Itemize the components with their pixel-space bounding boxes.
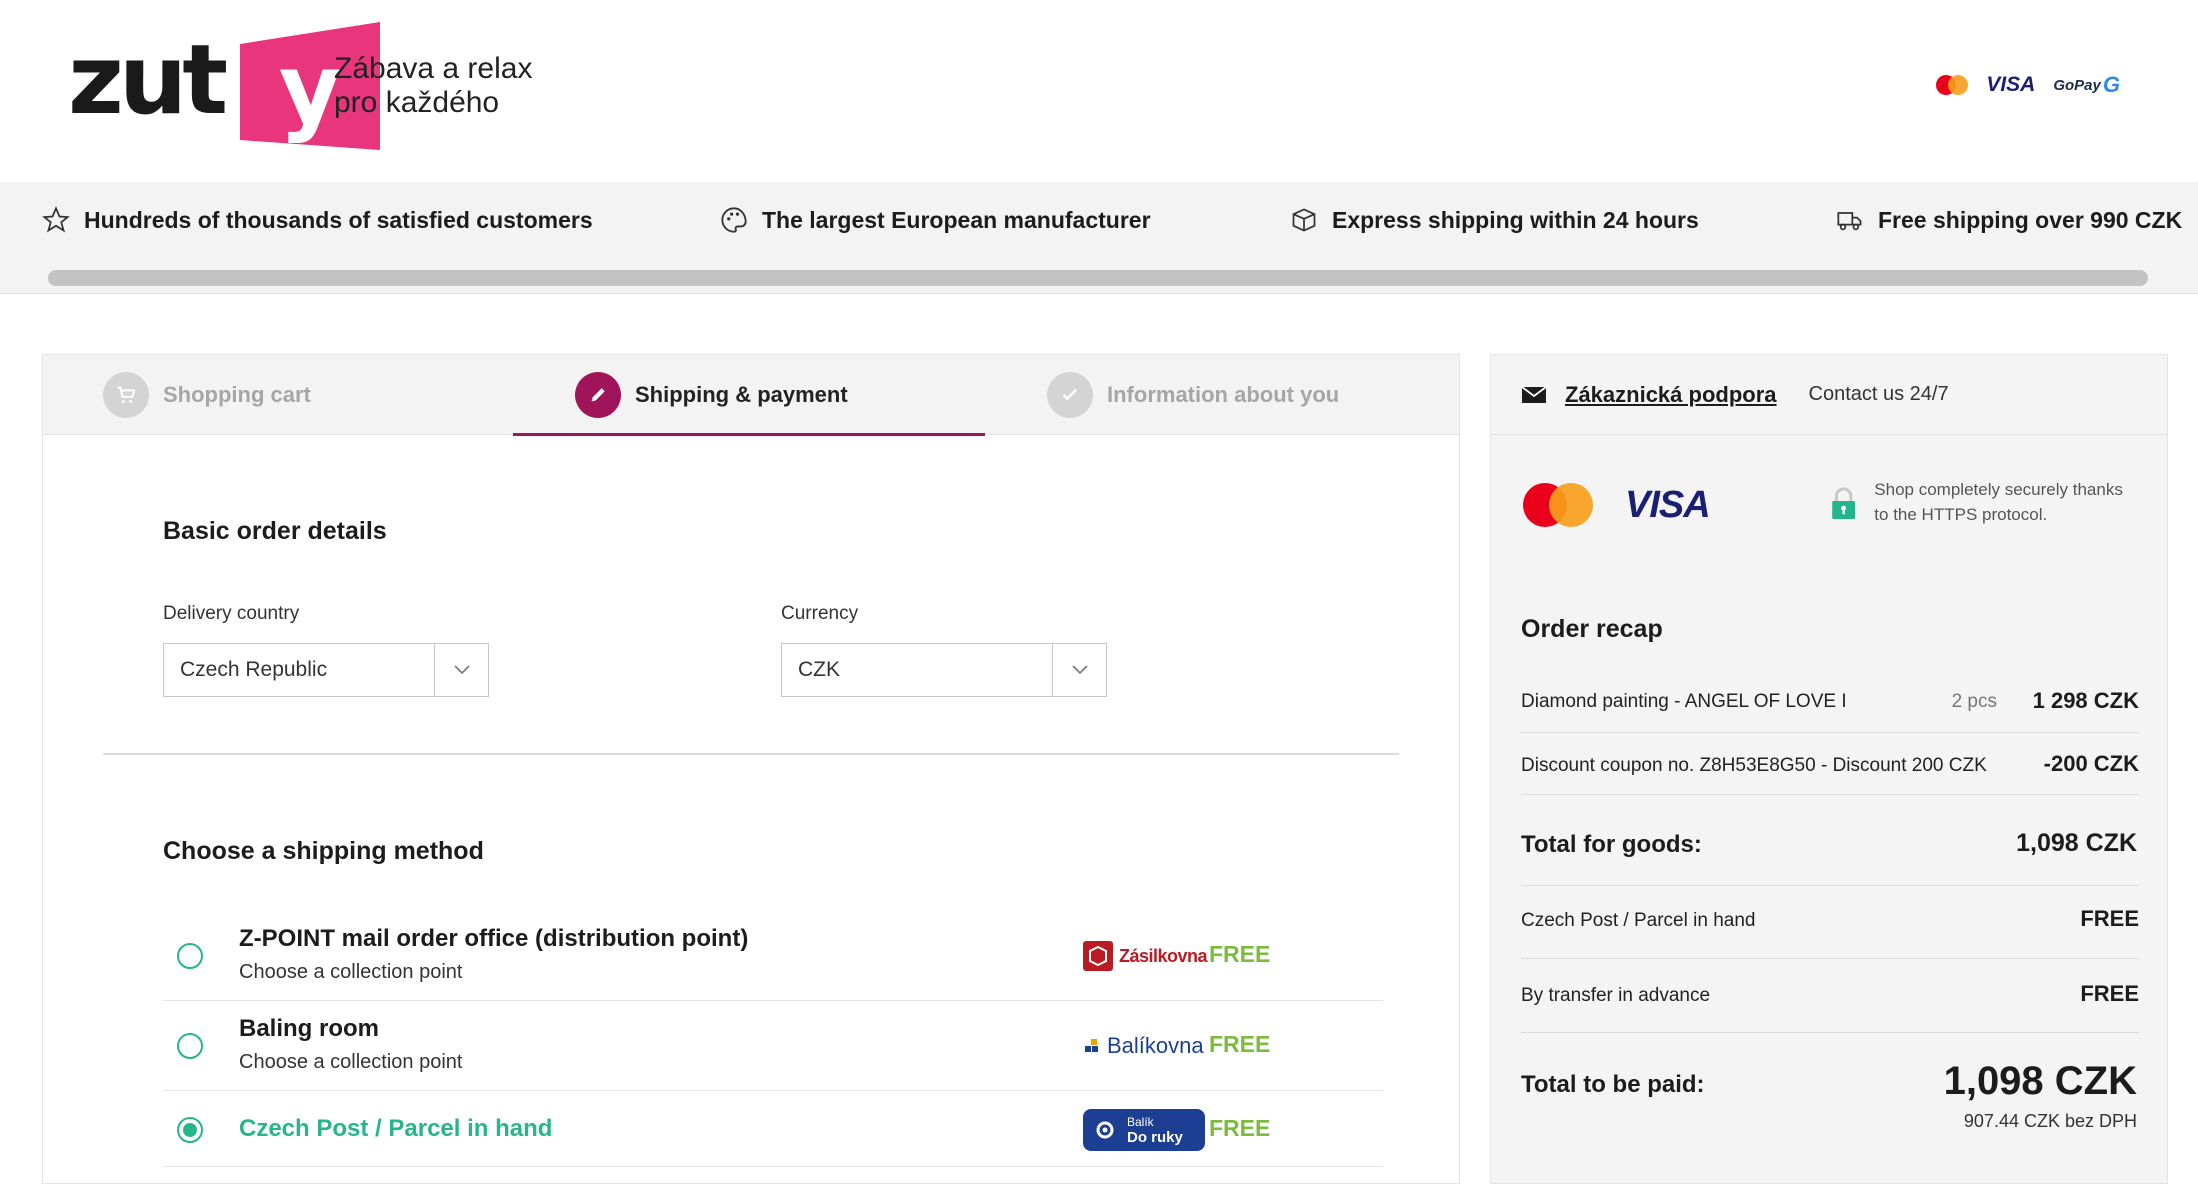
balikovna-icon [1085,1039,1098,1052]
active-step-underline [513,433,985,436]
svg-text:y: y [279,33,342,145]
contact-hours: Contact us 24/7 [1808,383,1949,405]
delivery-country-value: Czech Republic [180,658,328,681]
shipping-option-name: Baling room [239,1015,380,1042]
cart-icon [103,372,149,418]
recap-item-name: Diamond painting - ANGEL OF LOVE I [1521,691,1847,712]
support-header: Zákaznická podpora Contact us 24/7 [1491,355,2167,435]
zuty-logo[interactable]: zut y Zábava a relax pro každého [68,22,548,150]
mastercard-icon [1523,483,1593,527]
shipping-radio-czech-post[interactable] [177,1117,203,1143]
mastercard-icon [1936,75,1969,95]
recap-shipping-value: FREE [2080,906,2139,931]
total-to-pay-value: 1,098 CZK [1943,1059,2137,1103]
order-sidebar: Zákaznická podpora Contact us 24/7 VISA … [1490,354,2168,1184]
chevron-down-icon [434,644,488,696]
benefit-express: Express shipping within 24 hours [1290,206,1699,234]
benefits-scrollbar[interactable] [48,270,2148,286]
basic-details-title: Basic order details [163,517,387,545]
goods-total-label: Total for goods: [1521,831,1702,858]
shipping-option-name: Czech Post / Parcel in hand [239,1115,553,1142]
step-information[interactable]: Information about you [1047,355,1339,435]
recap-shipping-row: Czech Post / Parcel in hand FREE [1521,885,2139,959]
logo-wordmark: zut [68,24,228,136]
recap-discount-name: Discount coupon no. Z8H53E8G50 - Discoun… [1521,755,1987,776]
palette-icon [721,207,747,233]
secure-text: Shop completely securely thanks to the H… [1874,480,2123,524]
benefit-customers: Hundreds of thousands of satisfied custo… [42,206,593,234]
gopay-icon: GoPay G [2053,72,2120,97]
recap-item-price: 1 298 CZK [2032,688,2139,713]
recap-item-row: Diamond painting - ANGEL OF LOVE I 2 pcs… [1521,671,2139,733]
shipping-method-title: Choose a shipping method [163,837,484,865]
lock-icon [1832,487,1856,520]
shipping-price: FREE [1209,941,1271,967]
checkout-form: Shopping cart Shipping & payment Informa… [42,354,1460,1184]
recap-discount-row: Discount coupon no. Z8H53E8G50 - Discoun… [1521,733,2139,795]
shipping-option-baling-room[interactable]: Baling room Choose a collection point Ba… [163,1001,1383,1091]
step-shopping-cart[interactable]: Shopping cart [103,355,311,435]
shipping-option-name: Z-POINT mail order office (distribution … [239,925,749,952]
shipping-radio-zpoint[interactable] [177,943,203,969]
box-icon [1292,208,1316,232]
balikovna-logo: Balíkovna [1083,1029,1204,1063]
checkout-steps: Shopping cart Shipping & payment Informa… [43,355,1459,436]
shipping-price: FREE [1209,1115,1271,1141]
vat-note: 907.44 CZK bez DPH [1963,1111,2137,1131]
benefit-free-shipping: Free shipping over 990 CZK [1836,206,2182,234]
benefits-strip: Hundreds of thousands of satisfied custo… [0,182,2198,294]
currency-value: CZK [798,658,840,681]
shipping-option-sub: Choose a collection point [239,1051,463,1073]
zasilkovna-logo: Zásilkovna [1083,939,1208,973]
shipping-option-sub: Choose a collection point [239,961,463,983]
check-icon [1047,372,1093,418]
goods-total-value: 1,098 CZK [2016,829,2137,857]
balik-do-ruky-logo: Balík Do ruky [1083,1109,1205,1151]
recap-payment-name: By transfer in advance [1521,985,1711,1006]
total-to-pay-label: Total to be paid: [1521,1071,1705,1098]
shipping-option-czech-post[interactable]: Czech Post / Parcel in hand Balík Do ruk… [163,1091,1383,1167]
benefit-manufacturer: The largest European manufacturer [720,206,1151,234]
visa-icon: VISA [1625,483,1711,526]
secure-shopping-note: Shop completely securely thanks to the H… [1831,477,2131,531]
currency-select[interactable]: CZK [781,643,1107,697]
pencil-icon [575,372,621,418]
payment-logos: VISA [1523,483,1711,527]
truck-icon [1837,212,1862,231]
envelope-icon [1521,385,1547,403]
payment-methods-header: VISA GoPay G [1936,70,2120,100]
czech-post-horn-icon [1096,1121,1114,1139]
currency-label: Currency [781,603,859,624]
recap-item-qty: 2 pcs [1951,691,1997,712]
recap-payment-row: By transfer in advance FREE [1521,959,2139,1033]
section-divider [103,753,1399,755]
shipping-option-zpoint[interactable]: Z-POINT mail order office (distribution … [163,911,1383,1001]
support-link[interactable]: Zákaznická podpora [1565,382,1777,408]
site-header: zut y Zábava a relax pro každého VISA Go… [0,0,2198,182]
recap-shipping-name: Czech Post / Parcel in hand [1521,910,1756,931]
step-shipping-payment[interactable]: Shipping & payment [575,355,848,435]
shipping-price: FREE [1209,1031,1271,1057]
visa-icon: VISA [1986,73,2036,96]
delivery-country-select[interactable]: Czech Republic [163,643,489,697]
order-recap-title: Order recap [1521,615,1663,643]
recap-discount-value: -200 CZK [2043,751,2139,776]
logo-tagline: Zábava a relax pro každého [334,52,533,119]
chevron-down-icon [1052,644,1106,696]
star-icon [42,206,70,233]
shipping-radio-baling-room[interactable] [177,1033,203,1059]
zasilkovna-icon [1083,941,1113,971]
delivery-country-label: Delivery country [163,603,300,624]
recap-payment-value: FREE [2080,981,2139,1006]
